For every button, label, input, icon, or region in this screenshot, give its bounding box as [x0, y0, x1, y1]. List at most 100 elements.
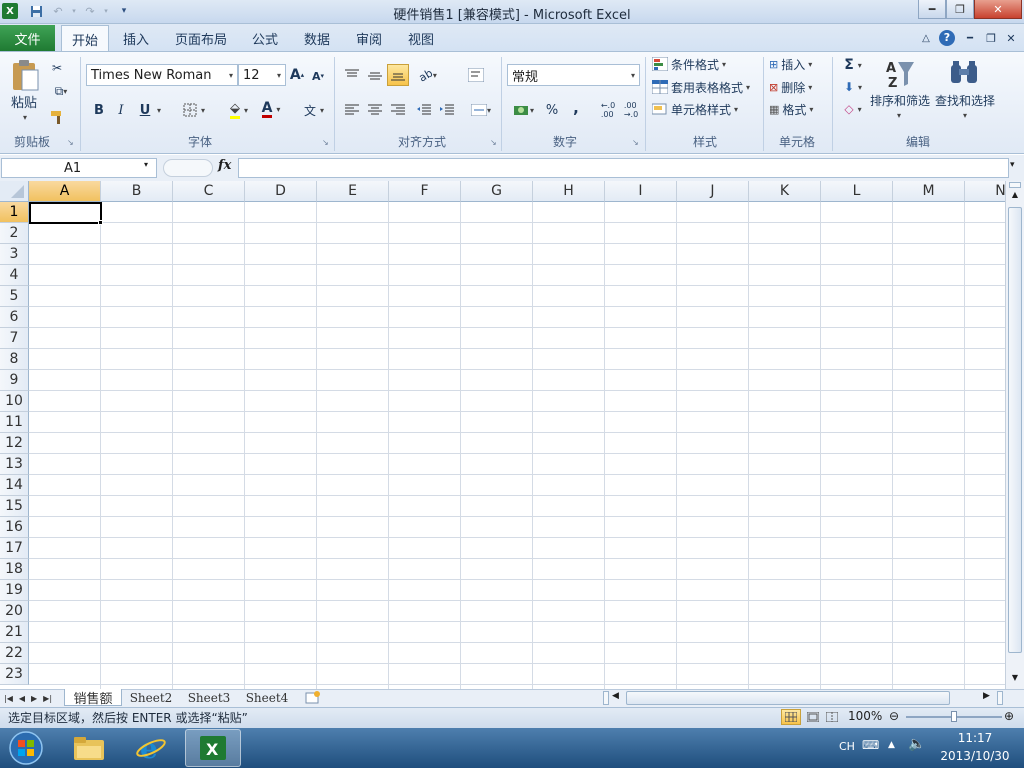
minimize-ribbon-icon[interactable]: △ [918, 25, 934, 51]
paste-button[interactable]: 粘贴 [5, 93, 43, 111]
align-top-icon[interactable] [342, 66, 362, 84]
scroll-left-icon[interactable]: ◀ [612, 691, 619, 701]
split-box[interactable] [1009, 182, 1021, 188]
first-sheet-icon[interactable]: |◀ [4, 694, 13, 703]
format-cells-button[interactable]: ▦ 格式 ▾ [769, 100, 829, 118]
worksheet-grid[interactable]: ABCDEFGHIJKLMN 1 2 3 4 5 6 7 8 9 10 11 12 13 14 15 16 17… [0, 181, 1005, 689]
sort-filter-dropdown-icon[interactable]: ▾ [890, 110, 908, 120]
phonetic-guide-icon[interactable]: 文 ▾ [298, 100, 330, 120]
zoom-in-icon[interactable]: ⊕ [1004, 709, 1014, 723]
minimize-button[interactable]: ━ [918, 0, 946, 19]
font-color-icon[interactable]: A ▾ [256, 99, 286, 119]
increase-indent-icon[interactable] [437, 101, 457, 119]
zoom-level[interactable]: 100% [848, 709, 882, 723]
number-launcher-icon[interactable]: ↘ [632, 138, 639, 147]
sheet-tab-active[interactable]: 销售额 [64, 689, 122, 707]
tab-data[interactable]: 数据 [297, 25, 337, 51]
align-middle-icon[interactable] [365, 66, 385, 84]
cell-styles-button[interactable]: 单元格样式 ▾ [652, 100, 760, 118]
scroll-down-icon[interactable]: ▼ [1006, 673, 1024, 689]
close-button[interactable]: ✕ [974, 0, 1022, 19]
bold-button[interactable]: B [90, 101, 108, 119]
volume-icon[interactable]: 🔈 [908, 736, 925, 752]
page-break-view-icon[interactable] [822, 709, 842, 725]
align-bottom-icon[interactable] [387, 64, 409, 86]
horizontal-scroll-thumb[interactable] [626, 691, 950, 705]
fill-handle[interactable] [98, 220, 103, 225]
cut-icon[interactable]: ✂ [48, 60, 66, 76]
scroll-up-icon[interactable]: ▲ [1006, 190, 1024, 206]
clipboard-launcher-icon[interactable]: ↘ [67, 138, 74, 147]
increase-decimal-icon[interactable]: ←.0.00 [597, 101, 619, 119]
align-left-icon[interactable] [342, 101, 362, 119]
align-right-icon[interactable] [388, 101, 408, 119]
underline-button[interactable]: U [136, 101, 154, 119]
workbook-close-icon[interactable]: ✕ [1003, 25, 1019, 51]
last-sheet-icon[interactable]: ▶| [43, 694, 52, 703]
insert-cells-button[interactable]: ⊞ 插入 ▾ [769, 55, 829, 73]
formula-bar-expander[interactable] [163, 159, 213, 177]
fill-color-icon[interactable]: ⬙ ▾ [222, 101, 256, 119]
tab-review[interactable]: 审阅 [349, 25, 389, 51]
number-format-combo[interactable]: 常规 ▾ [507, 64, 640, 86]
comma-button[interactable]: , [568, 99, 584, 117]
conditional-formatting-button[interactable]: 条件格式 ▾ [652, 55, 760, 73]
grow-font-icon[interactable]: A ▴ [289, 66, 305, 84]
sort-filter-icon[interactable]: AZ [880, 56, 920, 92]
name-box[interactable]: A1 [1, 158, 157, 178]
sheet-tab[interactable]: Sheet4 [240, 689, 294, 706]
next-sheet-icon[interactable]: ▶ [31, 694, 37, 703]
italic-button[interactable]: I [112, 101, 130, 119]
tab-formulas[interactable]: 公式 [245, 25, 285, 51]
tab-file[interactable]: 文件 [0, 25, 55, 51]
sheet-tab[interactable]: Sheet3 [182, 689, 236, 706]
file-explorer-icon[interactable] [68, 730, 110, 766]
decrease-indent-icon[interactable] [414, 101, 434, 119]
active-cell[interactable] [29, 202, 102, 224]
alignment-launcher-icon[interactable]: ↘ [490, 138, 497, 147]
scroll-right-icon[interactable]: ▶ [983, 691, 990, 701]
format-as-table-button[interactable]: 套用表格格式 ▾ [652, 78, 760, 96]
orientation-icon[interactable]: ab ▾ [414, 66, 442, 84]
decrease-decimal-icon[interactable]: .00 →.0 [620, 101, 642, 119]
start-button[interactable] [6, 729, 46, 767]
formula-input[interactable] [238, 158, 1009, 178]
workbook-restore-icon[interactable]: ❐ [983, 25, 999, 51]
expand-formula-bar-icon[interactable]: ▾ [1010, 160, 1015, 170]
percent-button[interactable]: % [544, 101, 560, 119]
sheet-tab[interactable]: Sheet2 [124, 689, 178, 706]
clock-time[interactable]: 11:17 [940, 731, 1010, 745]
fill-icon[interactable]: ⬇ ▾ [838, 78, 868, 96]
tab-insert[interactable]: 插入 [115, 25, 157, 51]
merge-center-icon[interactable]: ▾ [466, 101, 496, 119]
borders-icon[interactable]: ▾ [178, 101, 210, 119]
show-hidden-icons-icon[interactable]: ▲ [888, 740, 895, 750]
sheet-navigation[interactable]: |◀ ◀ ▶ ▶| [4, 691, 64, 705]
clear-icon[interactable]: ◇ ▾ [838, 100, 868, 118]
align-center-icon[interactable] [365, 101, 385, 119]
find-select-button[interactable]: 查找和选择 [933, 92, 997, 108]
underline-dropdown-icon[interactable]: ▾ [154, 101, 164, 119]
paste-dropdown-icon[interactable]: ▾ [16, 112, 34, 122]
tab-page-layout[interactable]: 页面布局 [170, 25, 232, 51]
tab-home[interactable]: 开始 [61, 25, 109, 52]
shrink-font-icon[interactable]: A ▾ [310, 68, 326, 84]
delete-cells-button[interactable]: ⊠ 删除 ▾ [769, 78, 829, 96]
insert-function-icon[interactable]: fx [218, 158, 231, 173]
accounting-format-icon[interactable]: ▾ [509, 101, 539, 119]
find-select-icon[interactable] [944, 56, 984, 92]
font-launcher-icon[interactable]: ↘ [322, 138, 329, 147]
excel-taskbar-icon[interactable]: X [185, 729, 241, 767]
help-icon[interactable]: ? [938, 25, 956, 51]
keyboard-icon[interactable]: ⌨ [862, 738, 879, 752]
zoom-slider-thumb[interactable] [951, 711, 957, 722]
vertical-scroll-thumb[interactable] [1008, 207, 1022, 653]
name-box-dropdown-icon[interactable]: ▾ [144, 160, 148, 169]
prev-sheet-icon[interactable]: ◀ [19, 694, 25, 703]
normal-view-icon[interactable] [781, 709, 801, 725]
copy-icon[interactable]: ⧉ ▾ [48, 83, 74, 99]
wrap-text-icon[interactable] [466, 66, 486, 84]
font-name-combo[interactable]: Times New Roman ▾ [86, 64, 238, 86]
page-layout-view-icon[interactable] [803, 709, 823, 725]
format-painter-icon[interactable] [48, 108, 66, 126]
